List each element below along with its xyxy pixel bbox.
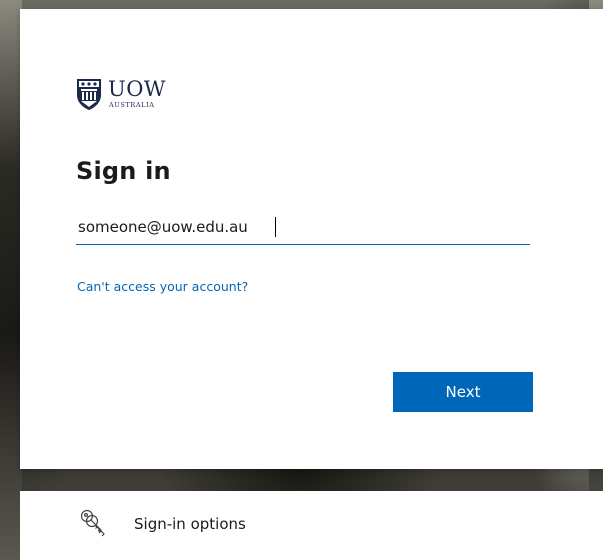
email-field[interactable] [76, 209, 530, 245]
uow-logo: UOW AUSTRALIA [75, 77, 166, 111]
text-caret [275, 217, 276, 237]
cant-access-account-link[interactable]: Can't access your account? [77, 279, 248, 294]
signin-card: UOW AUSTRALIA Sign in Can't access your … [20, 9, 603, 469]
uow-crest-icon [77, 79, 101, 110]
next-button[interactable]: Next [393, 372, 533, 412]
key-icon [80, 509, 105, 537]
page-title: Sign in [76, 157, 171, 185]
logo-name: UOW [108, 77, 166, 102]
logo-subtitle: AUSTRALIA [109, 101, 155, 110]
logo-wordmark: UOW AUSTRALIA [108, 79, 166, 109]
signin-options-label: Sign-in options [134, 515, 246, 533]
background-image-left [0, 0, 22, 560]
signin-options-button[interactable]: Sign-in options [20, 491, 603, 560]
